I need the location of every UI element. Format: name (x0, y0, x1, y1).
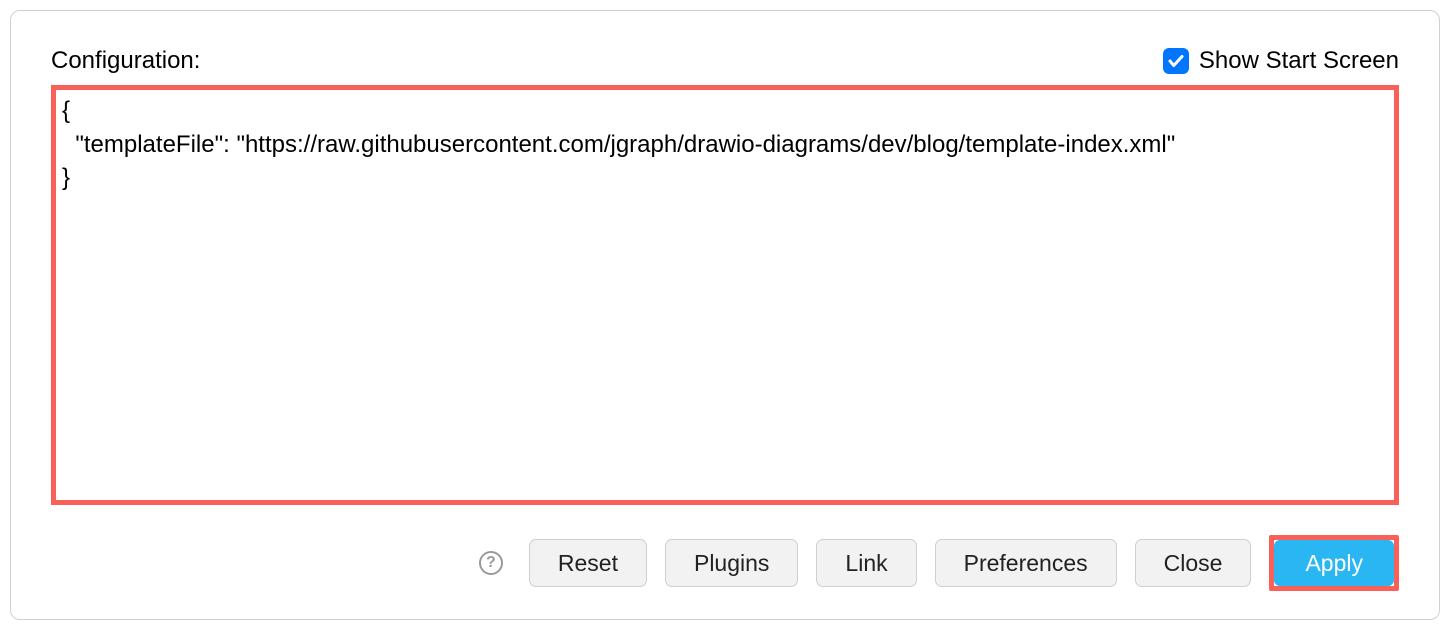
checkbox-checked-icon[interactable] (1163, 48, 1189, 74)
plugins-button[interactable]: Plugins (665, 539, 798, 587)
show-start-screen-label: Show Start Screen (1199, 47, 1399, 75)
apply-button-highlight: Apply (1269, 535, 1399, 591)
configuration-textarea[interactable] (56, 90, 1394, 500)
link-button[interactable]: Link (816, 539, 916, 587)
footer-row: ? Reset Plugins Link Preferences Close A… (51, 535, 1399, 591)
close-button[interactable]: Close (1135, 539, 1252, 587)
reset-button[interactable]: Reset (529, 539, 647, 587)
apply-button[interactable]: Apply (1274, 540, 1394, 586)
configuration-textarea-highlight (51, 85, 1399, 505)
configuration-dialog: Configuration: Show Start Screen ? Reset… (10, 10, 1440, 620)
header-row: Configuration: Show Start Screen (51, 47, 1399, 75)
show-start-screen-toggle[interactable]: Show Start Screen (1163, 47, 1399, 75)
configuration-label: Configuration: (51, 47, 200, 75)
preferences-button[interactable]: Preferences (935, 539, 1117, 587)
help-icon[interactable]: ? (479, 551, 503, 575)
